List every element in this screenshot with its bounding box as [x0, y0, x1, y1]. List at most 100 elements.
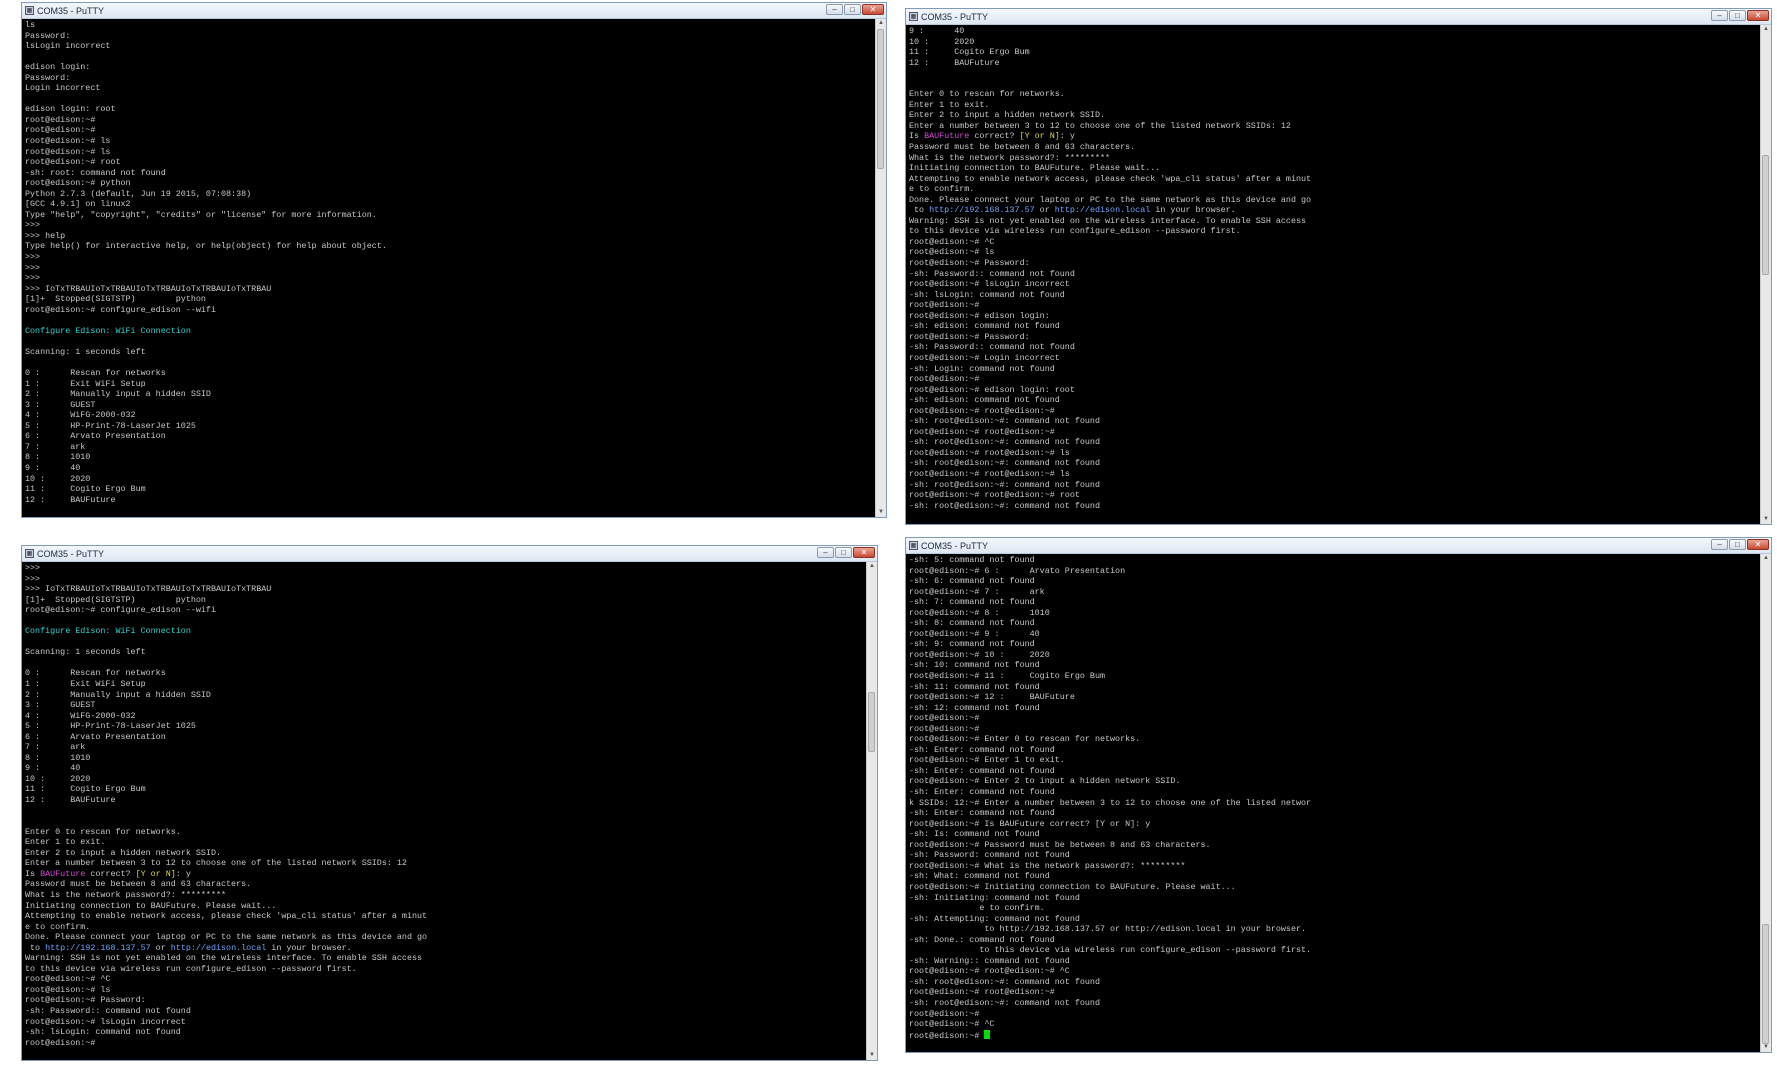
terminal-line: 12 : BAUFuture — [909, 57, 1000, 68]
scroll-down-arrow-icon[interactable]: ▼ — [876, 508, 886, 517]
scroll-down-arrow-icon[interactable]: ▼ — [867, 1051, 877, 1060]
close-button[interactable]: ✕ — [1747, 539, 1769, 550]
terminal-line: [GCC 4.9.1] on linux2 — [25, 199, 131, 210]
terminal-line: Enter a number between 3 to 12 to choose… — [25, 858, 407, 869]
terminal-line: Enter a number between 3 to 12 to choose… — [909, 120, 1291, 131]
minimize-button[interactable]: – — [817, 547, 834, 558]
terminal-line: root@edison:~# 10 : 2020 — [909, 649, 1050, 660]
terminal-line: -sh: 10: command not found — [909, 660, 1040, 671]
terminal-text-segment: Configure Edison: WiFi Connection — [25, 626, 191, 637]
scroll-thumb[interactable] — [1762, 924, 1769, 1044]
scroll-thumb[interactable] — [877, 29, 884, 169]
putty-window-top-right[interactable]: ▦ COM35 - PuTTY – □ ✕ 9 : 40 10 : 2020 11 … — [905, 8, 1772, 525]
terminal-line: root@edison:~# Password: — [909, 258, 1030, 269]
terminal-text-segment: BAUFuture — [40, 868, 86, 879]
terminal-line: -sh: edison: command not found — [909, 395, 1060, 406]
putty-window-bottom-right[interactable]: ▦ COM35 - PuTTY – □ ✕ -sh: 5: command no… — [905, 537, 1772, 1053]
vertical-scrollbar[interactable]: ▲ ▼ — [866, 562, 877, 1060]
scroll-down-arrow-icon[interactable]: ▼ — [1761, 1043, 1771, 1052]
minimize-button[interactable]: – — [1711, 539, 1728, 550]
putty-window-bottom-left[interactable]: ▦ COM35 - PuTTY – □ ✕ >>> >>> >>> IoTxTRBA… — [21, 545, 878, 1061]
maximize-button[interactable]: □ — [835, 547, 852, 558]
terminal-output[interactable]: 9 : 40 10 : 2020 11 : Cogito Ergo Bum 12 : … — [906, 25, 1761, 524]
terminal-line: 5 : HP-Print-78-LaserJet 1025 — [25, 420, 196, 431]
window-title: COM35 - PuTTY — [921, 11, 989, 22]
terminal-line: root@edison:~# — [909, 374, 980, 385]
scroll-up-arrow-icon[interactable]: ▲ — [1761, 554, 1771, 563]
minimize-button[interactable]: – — [826, 4, 843, 15]
scroll-thumb[interactable] — [868, 692, 875, 752]
terminal-line: root@edison:~# root@edison:~# — [909, 405, 1055, 416]
terminal-line: root@edison:~# Password: — [25, 995, 146, 1006]
terminal-line: 5 : HP-Print-78-LaserJet 1025 — [25, 721, 196, 732]
vertical-scrollbar[interactable]: ▲ ▼ — [875, 19, 886, 517]
title-bar[interactable]: ▦ COM35 - PuTTY – □ ✕ — [906, 538, 1771, 554]
terminal-line: -sh: Enter: command not found — [909, 744, 1055, 755]
terminal-line: Type "help", "copyright", "credits" or "… — [25, 209, 377, 220]
terminal-line: What is the network password?: ********* — [909, 152, 1111, 163]
terminal-line: Enter 1 to exit. — [25, 837, 106, 848]
terminal-line: 12 : BAUFuture — [25, 795, 116, 806]
terminal-line: >>> IoTxTRBAUIoTxTRBAUIoTxTRBAUIoTxTRBAU… — [25, 283, 272, 294]
scroll-up-arrow-icon[interactable]: ▲ — [876, 19, 886, 28]
terminal-line: >>> — [25, 252, 41, 263]
terminal-line: root@edison:~# Initiating connection to … — [909, 881, 1236, 892]
terminal-line: root@edison:~# root — [25, 157, 121, 168]
terminal-line: root@edison:~# 7 : ark — [909, 586, 1045, 597]
maximize-button[interactable]: □ — [1729, 10, 1746, 21]
terminal-line: root@edison:~# — [909, 300, 980, 311]
terminal-line: Enter 1 to exit. — [909, 99, 990, 110]
title-bar[interactable]: ▦ COM35 - PuTTY – □ ✕ — [906, 9, 1771, 25]
putty-icon: ▦ — [909, 541, 918, 550]
terminal-line: -sh: lsLogin: command not found — [909, 289, 1065, 300]
minimize-button[interactable]: – — [1711, 10, 1728, 21]
terminal-output[interactable]: ls Password: lsLogin incorrect edison login… — [22, 19, 876, 517]
terminal-text-segment: correct? — [969, 131, 1020, 142]
close-button[interactable]: ✕ — [853, 547, 875, 558]
terminal-line: 3 : GUEST — [25, 399, 96, 410]
terminal-line: -sh: Password:: command not found — [909, 342, 1075, 353]
terminal-line: >>> help — [25, 230, 66, 241]
terminal-line: 11 : Cogito Ergo Bum — [909, 47, 1030, 58]
terminal-line: root@edison:~# ls — [25, 984, 111, 995]
terminal-output[interactable]: -sh: 5: command not found root@edison:~# … — [906, 554, 1761, 1052]
terminal-cursor — [984, 1029, 991, 1039]
terminal-line: root@edison:~# lsLogin incorrect — [909, 279, 1070, 290]
putty-window-top-left[interactable]: ▦ COM35 - PuTTY – □ ✕ ls Password: lsLogin… — [21, 2, 887, 518]
close-button[interactable]: ✕ — [1747, 10, 1769, 21]
title-bar[interactable]: ▦ COM35 - PuTTY – □ ✕ — [22, 3, 886, 19]
terminal-line: root@edison:~# Password must be between … — [909, 839, 1211, 850]
scroll-up-arrow-icon[interactable]: ▲ — [1761, 25, 1771, 34]
maximize-button[interactable]: □ — [844, 4, 861, 15]
terminal-line: -sh: root@edison:~#: command not found — [909, 458, 1100, 469]
maximize-button[interactable]: □ — [1729, 539, 1746, 550]
terminal-line: Type help() for interactive help, or hel… — [25, 241, 387, 252]
terminal-line: [1]+ Stopped(SIGTSTP) python — [25, 294, 206, 305]
vertical-scrollbar[interactable]: ▲ ▼ — [1760, 554, 1771, 1052]
terminal-line: Python 2.7.3 (default, Jun 19 2015, 07:0… — [25, 188, 252, 199]
terminal-line: -sh: root@edison:~#: command not found — [909, 976, 1100, 987]
terminal-output[interactable]: >>> >>> >>> IoTxTRBAUIoTxTRBAUIoTxTRBAUIoT… — [22, 562, 867, 1060]
close-button[interactable]: ✕ — [862, 4, 884, 15]
terminal-line: e to confirm. — [909, 184, 975, 195]
terminal-line: -sh: root@edison:~#: command not found — [909, 479, 1100, 490]
title-bar[interactable]: ▦ COM35 - PuTTY – □ ✕ — [22, 546, 877, 562]
terminal-line: -sh: root@edison:~#: command not found — [909, 437, 1100, 448]
scroll-down-arrow-icon[interactable]: ▼ — [1761, 515, 1771, 524]
terminal-line: to http://192.168.137.57 or http://ediso… — [909, 205, 1759, 216]
terminal-line: 9 : 40 — [909, 26, 965, 36]
terminal-line: e to confirm. — [25, 921, 91, 932]
terminal-line: -sh: root@edison:~#: command not found — [909, 997, 1100, 1008]
vertical-scrollbar[interactable]: ▲ ▼ — [1760, 25, 1771, 524]
scroll-thumb[interactable] — [1762, 155, 1769, 275]
terminal-line: Is BAUFuture correct? [Y or N]: y — [25, 869, 865, 880]
terminal-line: root@edison:~# root@edison:~# — [909, 426, 1055, 437]
terminal-line: -sh: Initiating: command not found — [909, 892, 1080, 903]
scroll-up-arrow-icon[interactable]: ▲ — [867, 562, 877, 571]
terminal-line: root@edison:~# Enter 2 to input a hidden… — [909, 776, 1181, 787]
terminal-line: Attempting to enable network access, ple… — [909, 173, 1312, 184]
terminal-text-segment: [Y or N] — [135, 868, 176, 879]
terminal-line: 2 : Manually input a hidden SSID — [25, 689, 211, 700]
terminal-line: 2 : Manually input a hidden SSID — [25, 389, 211, 400]
